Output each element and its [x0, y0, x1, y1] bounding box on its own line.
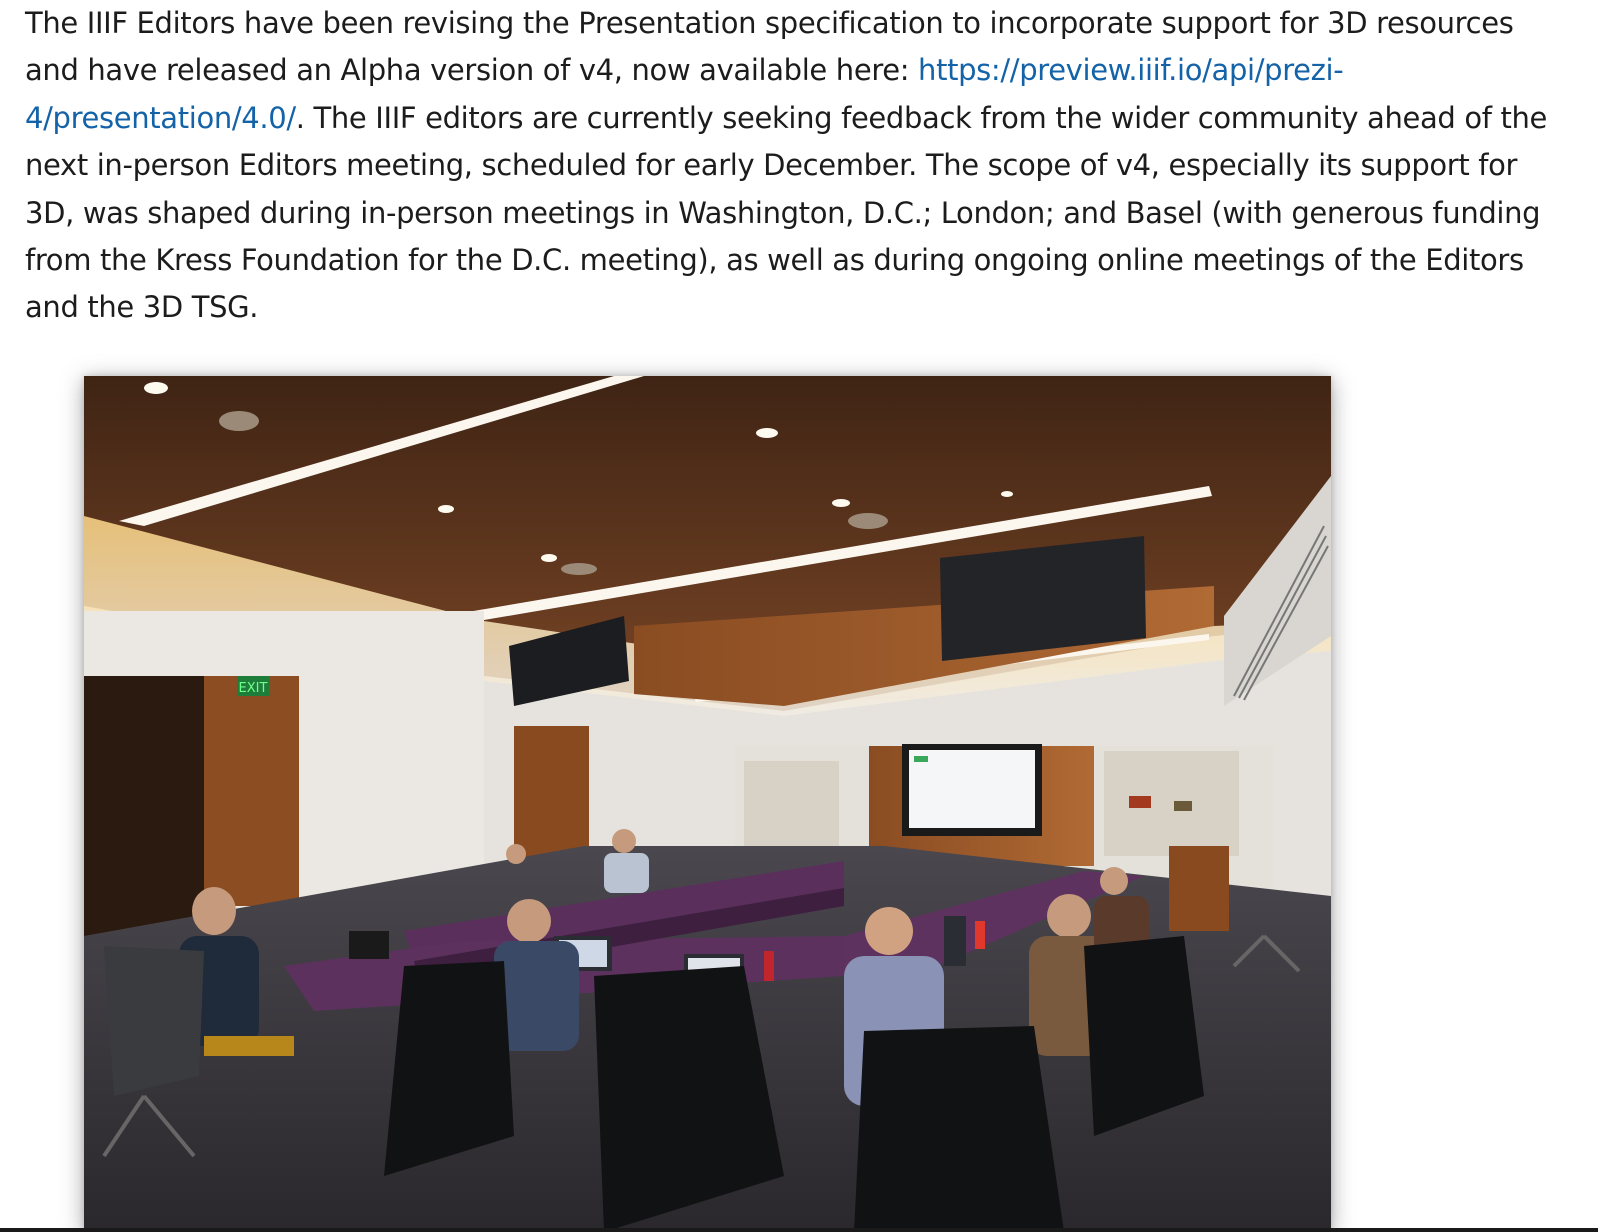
meeting-room-illustration: EXIT — [84, 376, 1331, 1232]
meeting-room-photo: EXIT — [84, 376, 1331, 1232]
page: The IIIF Editors have been revising the … — [0, 0, 1598, 1232]
article-paragraph: The IIIF Editors have been revising the … — [25, 0, 1573, 332]
bottom-edge-bar — [0, 1228, 1598, 1232]
exit-sign: EXIT — [239, 681, 268, 696]
